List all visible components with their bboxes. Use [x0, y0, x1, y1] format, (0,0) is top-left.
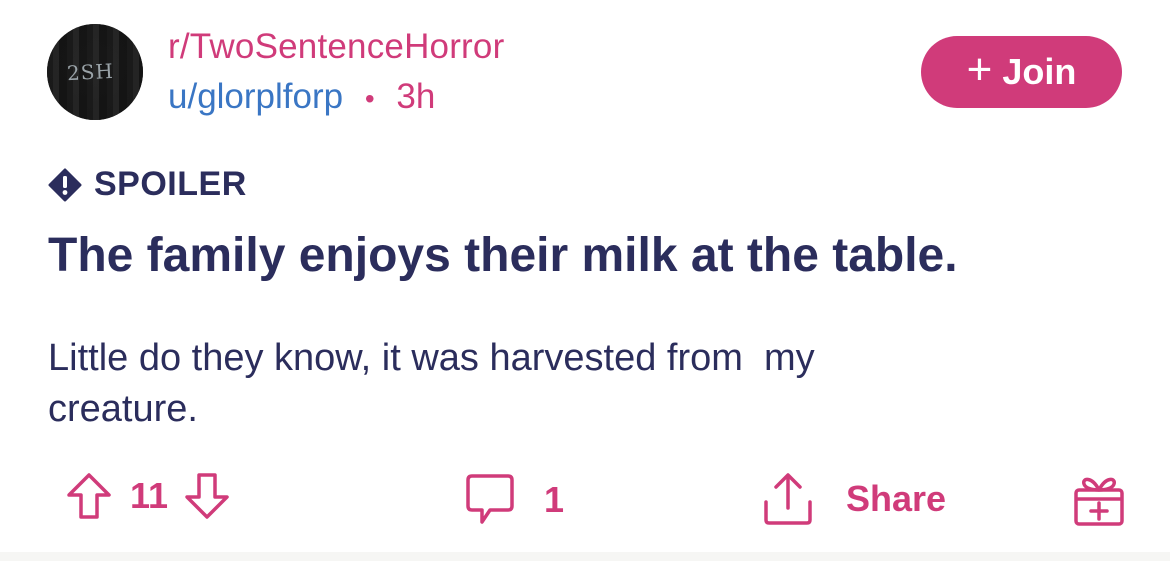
comment-button[interactable]: 1 [462, 472, 564, 528]
join-label: Join [1002, 51, 1077, 92]
arrow-down-icon[interactable] [184, 472, 230, 520]
share-button[interactable]: Share [760, 472, 946, 526]
spoiler-label: SPOILER [94, 165, 247, 203]
username-link[interactable]: u/glorplforp [168, 77, 343, 116]
award-button[interactable] [1070, 470, 1128, 528]
avatar-logo-text: 2SH [66, 58, 115, 86]
subreddit-avatar[interactable]: 2SH [47, 24, 143, 120]
post-meta: u/glorplforp • 3h [168, 77, 435, 117]
spoiler-flair: SPOILER [48, 165, 247, 204]
share-upload-icon [764, 473, 812, 525]
join-button[interactable]: + Join [921, 36, 1122, 108]
upvote-count: 11 [130, 475, 169, 516]
meta-separator: • [364, 83, 375, 114]
speech-bubble-icon [466, 474, 514, 524]
plus-icon: + [966, 45, 993, 94]
comment-count: 1 [544, 479, 565, 520]
vote-bar: 11 [66, 472, 230, 520]
post-body: Little do they know, it was harvested fr… [48, 337, 815, 430]
share-label: Share [846, 478, 947, 519]
bottom-divider [0, 552, 1170, 561]
exclamation-diamond-icon [48, 168, 82, 201]
post-title[interactable]: The family enjoys their milk at the tabl… [48, 228, 958, 283]
gift-box-icon [1074, 477, 1124, 526]
arrow-up-icon[interactable] [66, 472, 112, 520]
post-timestamp: 3h [396, 77, 436, 116]
subreddit-name-link[interactable]: r/TwoSentenceHorror [168, 27, 504, 67]
